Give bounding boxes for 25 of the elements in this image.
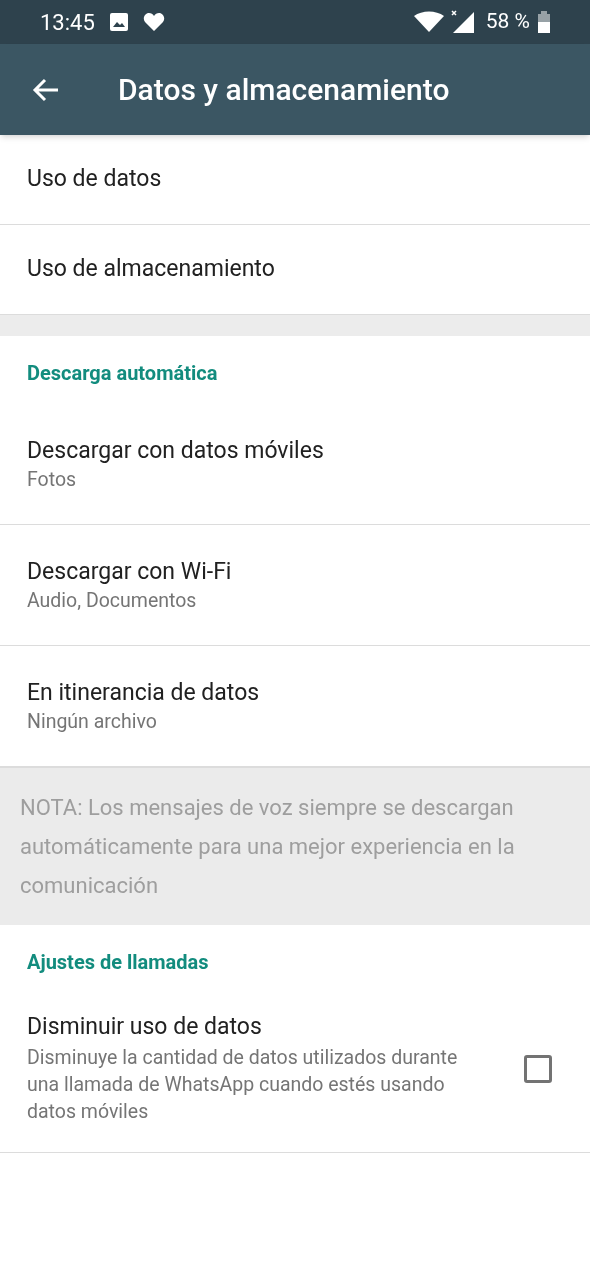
back-arrow-icon: [32, 77, 60, 102]
checkbox[interactable]: [524, 1054, 552, 1083]
screen-title: Datos y almacenamiento: [118, 71, 450, 109]
item-title: En itinerancia de datos: [27, 677, 261, 708]
item-subtitle: Disminuye la cantidad de datos utilizados durante una llamada de WhatsApp cuando estés usando datos móviles: [27, 1045, 459, 1125]
wifi-icon: [413, 11, 444, 33]
item-subtitle: Ningún archivo: [27, 708, 158, 735]
signal-icon: [449, 10, 476, 34]
battery-icon: [538, 11, 550, 33]
image-icon: [109, 13, 128, 31]
settings-item[interactable]: Descargar con datos móviles Fotos: [0, 404, 590, 525]
status-time: 13:45: [40, 8, 95, 37]
section-header: Descarga automática: [27, 360, 218, 387]
battery-percent: 58 %: [485, 8, 530, 36]
settings-item[interactable]: Uso de datos: [0, 135, 590, 225]
settings-item[interactable]: Descargar con Wi-Fi Audio, Documentos: [0, 525, 590, 646]
item-title: Disminuir uso de datos: [27, 1012, 263, 1042]
item-title: Descargar con datos móviles: [27, 435, 325, 466]
heart-icon: [142, 12, 165, 32]
item-subtitle: Audio, Documentos: [27, 587, 198, 614]
settings-item[interactable]: Disminuir uso de datos Disminuye la cantidad de datos utilizados durante una llamada de WhatsApp cuando estés usando datos móviles: [0, 993, 590, 1153]
item-subtitle: Fotos: [27, 466, 78, 493]
note-text: NOTA: Los mensajes de voz siempre se descargan automáticamente para una mejor experiencia en la comunicación: [20, 794, 515, 900]
section-header: Ajustes de llamadas: [27, 949, 209, 976]
item-title: Descargar con Wi-Fi: [27, 556, 233, 587]
